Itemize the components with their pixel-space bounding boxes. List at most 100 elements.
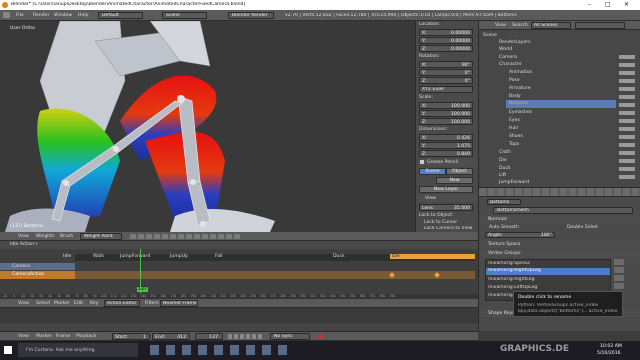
start-frame-field[interactable]: Start: 1 [112,333,150,340]
dopesheet-menu-select[interactable]: Select [36,301,50,306]
close-button[interactable]: ✕ [624,1,629,8]
cortana-search-box[interactable]: I'm Cortana. Ask me anything. [18,343,138,357]
outliner-item-die[interactable]: Die [499,158,507,163]
lock-to-cursor-checkbox[interactable]: Lock to Cursor [424,220,457,225]
outliner-item-armature[interactable]: Armature [509,86,531,91]
vertex-group-item[interactable]: mixamorig:RightLeg [488,277,608,282]
outliner-item-tops[interactable]: Tops [509,142,519,147]
outliner-item-animation[interactable]: Animation [509,70,532,75]
texture-space-section[interactable]: Texture Space [480,241,640,248]
dopesheet-menu-marker[interactable]: Marker [54,301,70,306]
timeline-menu-marker[interactable]: Marker [36,334,52,339]
menu-file[interactable]: File [16,13,24,18]
view3d-menu-weights[interactable]: Weights [36,234,54,239]
dopesheet-mode-selector[interactable]: Action Editor [104,300,140,307]
outliner-item-duck[interactable]: Duck [499,166,511,171]
3d-viewport[interactable]: User Ortho (137) Bottoms [0,21,415,232]
current-frame-field[interactable]: 137 [195,333,223,340]
view3d-menu-view[interactable]: View [18,234,29,239]
mode-selector[interactable]: Weight Paint [80,233,122,240]
menu-window[interactable]: Window [54,13,72,18]
windows-start-icon[interactable] [4,346,12,354]
grease-scene-button[interactable]: Scene [419,168,446,175]
outliner-search-field[interactable] [575,22,625,29]
lens-field[interactable]: Lens: 35.000 [419,204,473,211]
vertex-group-item[interactable]: mixamorig:Spine2 [488,261,608,266]
properties-tabs[interactable] [479,188,640,197]
outliner-item-world[interactable]: World [499,47,512,52]
scene-selector[interactable]: Scene [162,12,207,19]
timeline-menu-playback[interactable]: Playback [76,334,97,339]
rotation-z-field[interactable]: Z: 0° [419,77,473,84]
view3d-menu-brush[interactable]: Brush [60,234,73,239]
object-name-field[interactable]: Bottoms [487,199,521,205]
marker-jumpup[interactable]: JumpUp [170,254,188,259]
outliner-menu-view[interactable]: View [495,23,506,28]
outliner-item-body[interactable]: Body [509,94,521,99]
dopesheet-menu-view[interactable]: View [18,301,29,306]
outliner-item-lift[interactable]: Lift [499,173,506,178]
view-section[interactable]: View [417,195,477,202]
outliner-item-camera[interactable]: Camera [499,55,517,60]
vertex-group-item[interactable]: mixamorig:LeftUpLeg [488,285,608,290]
outliner-item-scene[interactable]: Scene [483,33,497,38]
marker-duck[interactable]: Duck [333,254,345,259]
mesh-datablock-field[interactable]: Bottomsmesh [493,207,633,214]
timeline-menu-view[interactable]: View [18,334,29,339]
sync-mode-selector[interactable]: No Sync [270,333,310,340]
taskbar-app-icons[interactable] [150,345,290,355]
grease-object-button[interactable]: Object [446,168,473,175]
snap-mode-selector[interactable]: Nearest Frame [160,300,198,307]
marker-idle[interactable]: Idle [63,254,71,259]
maximize-button[interactable]: □ [605,1,611,8]
outliner-item-bottoms[interactable]: Bottoms [506,100,616,108]
location-y-field[interactable]: Y: 0.00000 [419,37,473,44]
rotation-y-field[interactable]: Y: 0° [419,69,473,76]
menu-help[interactable]: Help [78,13,88,18]
checkbox-icon[interactable] [420,160,424,164]
rotation-mode-selector[interactable]: XYZ Euler [419,86,473,93]
outliner-item-eyelashes[interactable]: Eyelashes [509,110,532,115]
outliner-visibility-icons[interactable] [619,55,635,181]
vertex-groups-section[interactable]: Vertex Groups [480,250,640,257]
channel-cameraaction[interactable]: CameraAction [0,271,75,279]
vertex-group-buttons[interactable] [614,259,624,289]
outliner-item-renderlayers[interactable]: RenderLayers [499,40,531,45]
outliner-item-character[interactable]: Character [499,62,522,67]
shading-icons[interactable] [130,234,240,239]
outliner-item-jumpforward[interactable]: JumpForward [499,180,529,185]
record-icon[interactable] [318,334,323,339]
scale-x-field[interactable]: X: 100.000 [419,102,473,109]
minimize-button[interactable]: – [588,1,591,8]
action-name[interactable]: Idle.Action+ [10,242,38,247]
vertex-group-item-selected[interactable]: mixamorig:RightUpLeg [486,268,610,275]
scale-z-field[interactable]: Z: 100.000 [419,118,473,125]
double-sided-checkbox[interactable]: Double Sided [567,225,598,230]
marker-die[interactable]: Die [390,254,475,259]
editor-type-icon[interactable] [3,12,10,18]
rotation-x-field[interactable]: X: 90° [419,61,473,68]
outliner-item-pose[interactable]: Pose [509,78,520,83]
dimension-x-field[interactable]: X: 0.426 [419,134,473,141]
new-layer-button[interactable]: New Layer [419,186,473,193]
playback-controls[interactable] [228,334,262,339]
timeline[interactable] [0,308,478,331]
lock-camera-checkbox[interactable]: Lock Camera to View [424,226,478,231]
end-frame-field[interactable]: End: 412 [152,333,190,340]
marker-walk[interactable]: Walk [93,254,104,259]
scale-y-field[interactable]: Y: 100.000 [419,110,473,117]
normals-section[interactable]: Normals [480,216,640,223]
outliner-display-mode[interactable]: All Scenes [531,22,571,29]
outliner-menu-search[interactable]: Search [512,23,528,28]
channel-camera[interactable]: Camera [0,263,75,270]
outliner-item-cloth[interactable]: Cloth [499,150,511,155]
grease-new-button[interactable]: New [436,177,473,184]
dopesheet-menu-edit[interactable]: Edit [74,301,83,306]
dimension-y-field[interactable]: Y: 1.075 [419,142,473,149]
render-engine-selector[interactable]: Blender Render [228,12,274,19]
menu-render[interactable]: Render [33,13,49,18]
outliner-item-hair[interactable]: Hair [509,126,518,131]
location-z-field[interactable]: Z: 0.00000 [419,45,473,52]
grease-pencil-section[interactable]: Grease Pencil [417,159,477,166]
outliner-item-eyes[interactable]: Eyes [509,118,520,123]
